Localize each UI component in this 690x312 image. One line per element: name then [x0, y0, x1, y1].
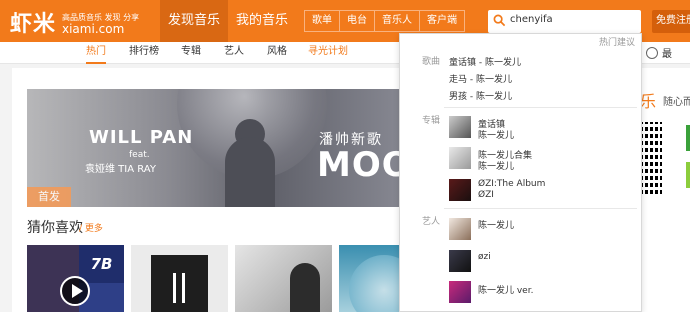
artist-avatar[interactable] [449, 281, 471, 303]
app-download-badge[interactable] [686, 125, 690, 151]
suggest-artist-name[interactable]: 陈一发儿 ver. [478, 283, 533, 296]
subnav-albums[interactable]: 专辑 [181, 42, 201, 64]
subnav-hot[interactable]: 热门 [86, 42, 106, 64]
recommend-album-1[interactable]: 7B [27, 245, 124, 312]
suggest-song[interactable]: 走马 - 陈一发儿 [449, 72, 512, 85]
dropdown-hint: 热门建议 [598, 38, 635, 48]
category-links: 歌单 电台 音乐人 客户端 [304, 10, 465, 32]
artist-avatar[interactable] [449, 250, 471, 272]
suggest-artist-name[interactable]: 陈一发儿 [478, 218, 514, 231]
main-nav: 发现音乐 我的音乐 [160, 0, 296, 42]
qr-code-pattern [640, 122, 662, 194]
search-icon [493, 14, 506, 27]
banner-title-cn: 袁娅维 TIA RAY [85, 164, 156, 175]
album-cover-thumbnail[interactable] [449, 116, 471, 138]
category-playlist[interactable]: 歌单 [304, 10, 340, 32]
search-suggestion-dropdown: 热门建议 歌曲 童话镇 - 陈一发儿 走马 - 陈一发儿 男孩 - 陈一发儿 专… [399, 33, 642, 312]
subnav-xunguang-plan[interactable]: 寻光计划 [308, 42, 348, 64]
recommend-album-2[interactable] [131, 245, 228, 312]
suggest-song[interactable]: 男孩 - 陈一发儿 [449, 89, 512, 102]
suggest-album-name[interactable]: ØZI:The Album [478, 179, 545, 189]
dropdown-divider [444, 208, 637, 209]
suggest-artist-name[interactable]: øzi [478, 252, 491, 262]
subnav-charts[interactable]: 排行榜 [129, 42, 159, 64]
search-input-value[interactable]: chenyifa [510, 14, 553, 25]
sidebar-promo-title: 乐 [640, 92, 657, 111]
suggest-album-artist: ØZI [478, 190, 494, 200]
nav-my-music[interactable]: 我的音乐 [228, 0, 296, 42]
nav-discover-music[interactable]: 发现音乐 [160, 0, 229, 42]
clock-icon[interactable] [646, 47, 658, 59]
suggest-songs-label: 歌曲 [422, 57, 441, 67]
recommend-more-link[interactable]: / 更多 [79, 221, 103, 234]
suggest-albums-label: 专辑 [422, 116, 441, 126]
dropdown-divider [444, 107, 637, 108]
banner-feat: feat. [129, 150, 150, 160]
recommend-album-3[interactable] [235, 245, 332, 312]
category-radio[interactable]: 电台 [339, 10, 375, 32]
subnav-genres[interactable]: 风格 [267, 42, 287, 64]
logo-en-text: xiami.com [62, 22, 125, 36]
recommend-section-title: 猜你喜欢 [27, 220, 83, 236]
app-download-badge[interactable] [686, 162, 690, 188]
register-button[interactable]: 免费注册 [652, 10, 690, 33]
album-cover-thumbnail[interactable] [449, 179, 471, 201]
album-cover-art [173, 273, 185, 303]
album-cover-art [290, 263, 320, 312]
artist-avatar[interactable] [449, 218, 471, 240]
subnav-artists[interactable]: 艺人 [224, 42, 244, 64]
category-musician[interactable]: 音乐人 [374, 10, 420, 32]
search-input[interactable]: chenyifa [488, 10, 641, 33]
suggest-album-artist: 陈一发儿 [478, 162, 515, 172]
featured-banner[interactable]: WILL PAN feat. 袁娅维 TIA RAY 潘帅新歌 MOON 首发 [27, 89, 427, 207]
banner-title-en: WILL PAN [89, 127, 194, 148]
banner-figure-body [225, 137, 275, 207]
logo-cn-text: 虾米 [10, 12, 57, 37]
suggest-album-artist: 陈一发儿 [478, 131, 515, 141]
suggest-artists-label: 艺人 [422, 217, 441, 227]
sidebar-promo-subtitle: 随心而 [663, 97, 690, 108]
banner-badge: 首发 [27, 187, 71, 207]
suggest-song[interactable]: 童话镇 - 陈一发儿 [449, 55, 521, 68]
album-cover-art: 7B [79, 245, 124, 283]
play-icon[interactable] [60, 276, 90, 306]
album-cover-thumbnail[interactable] [449, 147, 471, 169]
category-client[interactable]: 客户端 [419, 10, 465, 32]
subnav-right-text[interactable]: 最 [662, 45, 672, 60]
